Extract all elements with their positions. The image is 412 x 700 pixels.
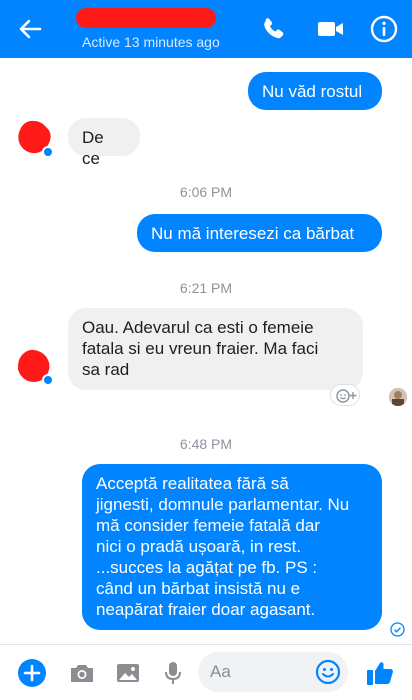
timestamp: 6:06 PM [179, 184, 233, 200]
outgoing-message[interactable]: Nu văd rostul [248, 72, 382, 110]
timestamp: 6:21 PM [179, 280, 233, 296]
emoji-icon[interactable] [314, 658, 342, 686]
message-input[interactable] [210, 662, 310, 682]
info-icon[interactable] [368, 13, 400, 45]
messenger-badge-icon [42, 374, 54, 386]
delivered-check-icon [390, 622, 405, 637]
conversation-header: Active 13 minutes ago [0, 0, 412, 58]
message-line: când un bărbat insistă nu e [96, 579, 301, 598]
incoming-message[interactable]: De ce [68, 118, 140, 168]
message-line: ...succes la agățat pe fb. PS : [96, 558, 318, 577]
seen-avatar [389, 388, 407, 406]
message-line: neapărat fraier doar agasant. [96, 600, 316, 619]
message-line: nici o pradă ușoară, in rest. [96, 537, 302, 556]
active-status: Active 13 minutes ago [82, 34, 220, 50]
contact-avatar[interactable] [14, 346, 54, 386]
message-line: Acceptă realitatea fără să [96, 474, 289, 493]
message-input-pill[interactable] [198, 652, 348, 692]
image-icon[interactable] [112, 657, 144, 689]
message-line: jignesti, domnule parlamentar. Nu [96, 495, 350, 514]
camera-icon[interactable] [66, 657, 98, 689]
contact-avatar[interactable] [14, 118, 54, 158]
back-arrow-icon[interactable] [14, 13, 46, 45]
message-line: mă consider femeie fatală dar [96, 516, 320, 535]
message-line: sa rad [82, 360, 130, 379]
incoming-message[interactable]: Oau. Adevarul ca esti o femeie fatala si… [68, 308, 363, 390]
plus-icon[interactable] [16, 657, 48, 689]
outgoing-message[interactable]: Nu mă interesezi ca bărbat [137, 214, 382, 252]
microphone-icon[interactable] [157, 657, 189, 689]
timestamp: 6:48 PM [179, 436, 233, 452]
messenger-badge-icon [42, 146, 54, 158]
add-reaction-button[interactable] [330, 384, 360, 406]
message-line: fatala si eu vreun fraier. Ma faci [82, 339, 319, 358]
thumbs-up-icon[interactable] [364, 657, 396, 689]
video-camera-icon[interactable] [314, 13, 346, 45]
message-thread[interactable]: Nu văd rostul De ce 6:06 PM Nu mă intere… [0, 58, 412, 644]
redacted-contact-name[interactable] [76, 8, 216, 28]
outgoing-message[interactable]: Acceptă realitatea fără să jignesti, dom… [82, 464, 382, 630]
message-composer [0, 644, 412, 700]
phone-icon[interactable] [257, 13, 289, 45]
message-line: Oau. Adevarul ca esti o femeie [82, 318, 314, 337]
